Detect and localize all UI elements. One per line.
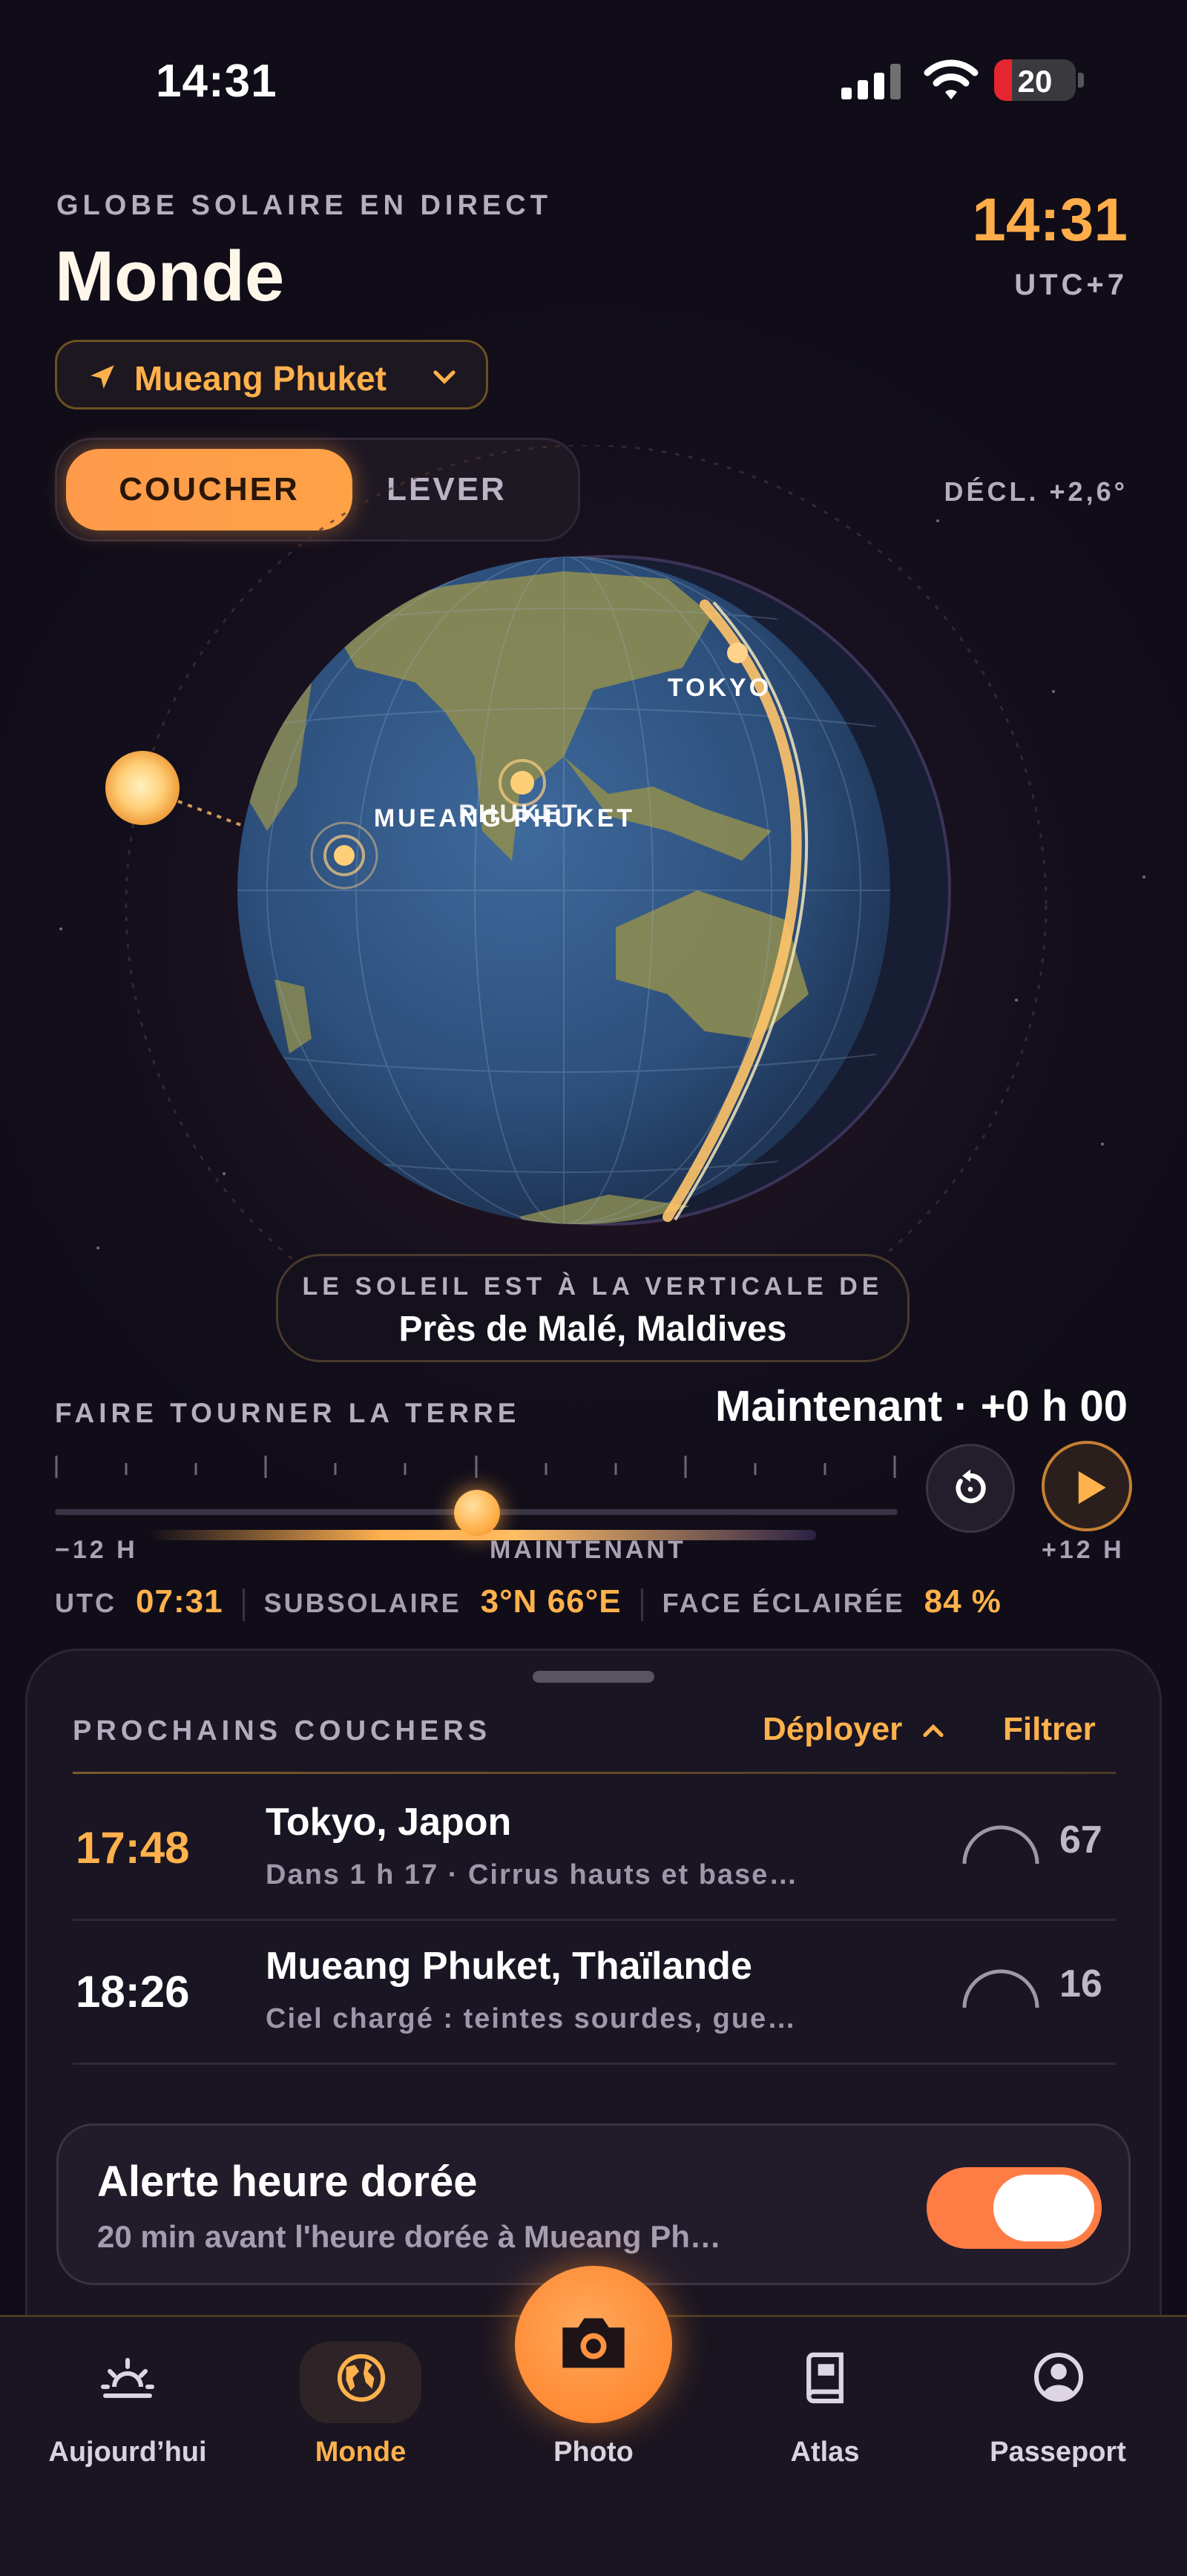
person-icon: [1034, 2353, 1083, 2402]
subsolar-label: SUBSOLAIRE: [263, 1588, 461, 1618]
sunset-detail: Dans 1 h 17 · Cirrus hauts et base…: [266, 1859, 799, 1890]
play-button[interactable]: [1042, 1441, 1132, 1531]
location-arrow-icon: [91, 365, 114, 389]
row-divider: [73, 2063, 1116, 2065]
sunset-time: 18:26: [76, 1967, 190, 2017]
rotation-slider-handle[interactable]: [454, 1490, 500, 1536]
sunset-time: 17:48: [76, 1823, 190, 1873]
sunsets-title: PROCHAINS COUCHERS: [73, 1715, 492, 1747]
cellular-signal-icon: [841, 62, 901, 99]
tab-label: Photo: [553, 2437, 634, 2468]
tab-label: Atlas: [790, 2437, 860, 2468]
location-selector[interactable]: Mueang Phuket: [55, 340, 488, 410]
expand-label: Déployer: [763, 1711, 903, 1747]
toggle-knob: [993, 2175, 1094, 2241]
row-divider: [73, 1919, 1116, 1921]
sunrise-icon: [101, 2358, 154, 2398]
scrubber-min-label: −12 H: [55, 1536, 138, 1564]
expand-button[interactable]: Déployer: [763, 1711, 944, 1748]
sunset-score: 67: [1059, 1818, 1102, 1862]
sunset-score: 16: [1059, 1962, 1102, 2005]
chevron-down-icon: [433, 370, 456, 384]
timezone-label: UTC+7: [1014, 269, 1128, 301]
subsolar-place: Près de Malé, Maldives: [398, 1310, 787, 1349]
tab-label: Passeport: [990, 2437, 1126, 2468]
battery-cap: [1078, 73, 1084, 88]
tab-passeport[interactable]: Passeport: [961, 2337, 1154, 2468]
subsolar-value: 3°N 66°E: [480, 1583, 622, 1620]
quality-arc-icon: [962, 1825, 1039, 1864]
location-name: Mueang Phuket: [134, 359, 387, 398]
chevron-up-icon: [922, 1724, 944, 1738]
wifi-icon: [924, 59, 979, 99]
utc-label: UTC: [55, 1588, 116, 1618]
solar-globe[interactable]: TOKYO MUEANG PHUKET PHUKET: [0, 445, 1187, 1261]
play-icon: [1078, 1471, 1106, 1505]
sunset-place: Tokyo, Japon: [266, 1801, 512, 1844]
rotate-label: FAIRE TOURNER LA TERRE: [55, 1398, 521, 1428]
reset-rotation-button[interactable]: [926, 1444, 1015, 1533]
tab-photo[interactable]: Photo: [497, 2337, 690, 2468]
quality-arc-icon: [962, 1969, 1039, 2008]
tab-aujourdhui[interactable]: Aujourd’hui: [31, 2337, 224, 2468]
utc-value: 07:31: [136, 1583, 223, 1620]
sunset-place: Mueang Phuket, Thaïlande: [266, 1945, 752, 1988]
local-time: 14:31: [972, 186, 1128, 254]
rotate-current: Maintenant · +0 h 00: [715, 1382, 1128, 1430]
header-eyebrow: GLOBE SOLAIRE EN DIRECT: [56, 190, 552, 221]
sunset-row-tokyo[interactable]: 17:48 Tokyo, Japon Dans 1 h 17 · Cirrus …: [73, 1781, 1116, 1922]
alert-subtitle: 20 min avant l'heure dorée à Mueang Ph…: [97, 2219, 721, 2254]
lit-value: 84 %: [924, 1583, 1002, 1620]
page-title: Monde: [55, 237, 285, 316]
marker-phuket: PHUKET: [458, 800, 580, 828]
scrubber-mid-label: MAINTENANT: [490, 1536, 686, 1564]
tab-label: Monde: [315, 2437, 407, 2468]
tab-atlas[interactable]: Atlas: [729, 2337, 921, 2468]
golden-hour-alert-card: Alerte heure dorée 20 min avant l'heure …: [56, 2123, 1131, 2285]
marker-tokyo: TOKYO: [668, 674, 772, 702]
status-time: 14:31: [156, 56, 277, 107]
battery-level: 20: [1017, 64, 1053, 99]
scrubber-max-label: +12 H: [1042, 1536, 1125, 1564]
battery-icon: 20: [994, 59, 1076, 101]
golden-hour-toggle[interactable]: [927, 2167, 1102, 2249]
stats-row: UTC 07:31 SUBSOLAIRE 3°N 66°E FACE ÉCLAIRÉ…: [55, 1583, 1138, 1628]
subsolar-caption: LE SOLEIL EST À LA VERTICALE DE: [302, 1272, 884, 1301]
sunset-row-phuket[interactable]: 18:26 Mueang Phuket, Thaïlande Ciel char…: [73, 1925, 1116, 2066]
filter-button[interactable]: Filtrer: [1003, 1711, 1096, 1748]
globe-icon: [337, 2353, 386, 2402]
subsolar-card: LE SOLEIL EST À LA VERTICALE DE Près de …: [276, 1254, 910, 1362]
tab-label: Aujourd’hui: [48, 2437, 207, 2468]
book-icon: [806, 2352, 844, 2404]
sunset-detail: Ciel chargé : teintes sourdes, gue…: [266, 2003, 798, 2034]
lit-label: FACE ÉCLAIRÉE: [662, 1588, 905, 1618]
tab-monde[interactable]: Monde: [264, 2337, 457, 2468]
section-divider: [73, 1772, 1116, 1774]
alert-title: Alerte heure dorée: [97, 2158, 478, 2206]
reset-icon: [956, 1469, 986, 1504]
scrubber-ticks: [55, 1456, 896, 1478]
sheet-drag-handle[interactable]: [533, 1671, 654, 1683]
